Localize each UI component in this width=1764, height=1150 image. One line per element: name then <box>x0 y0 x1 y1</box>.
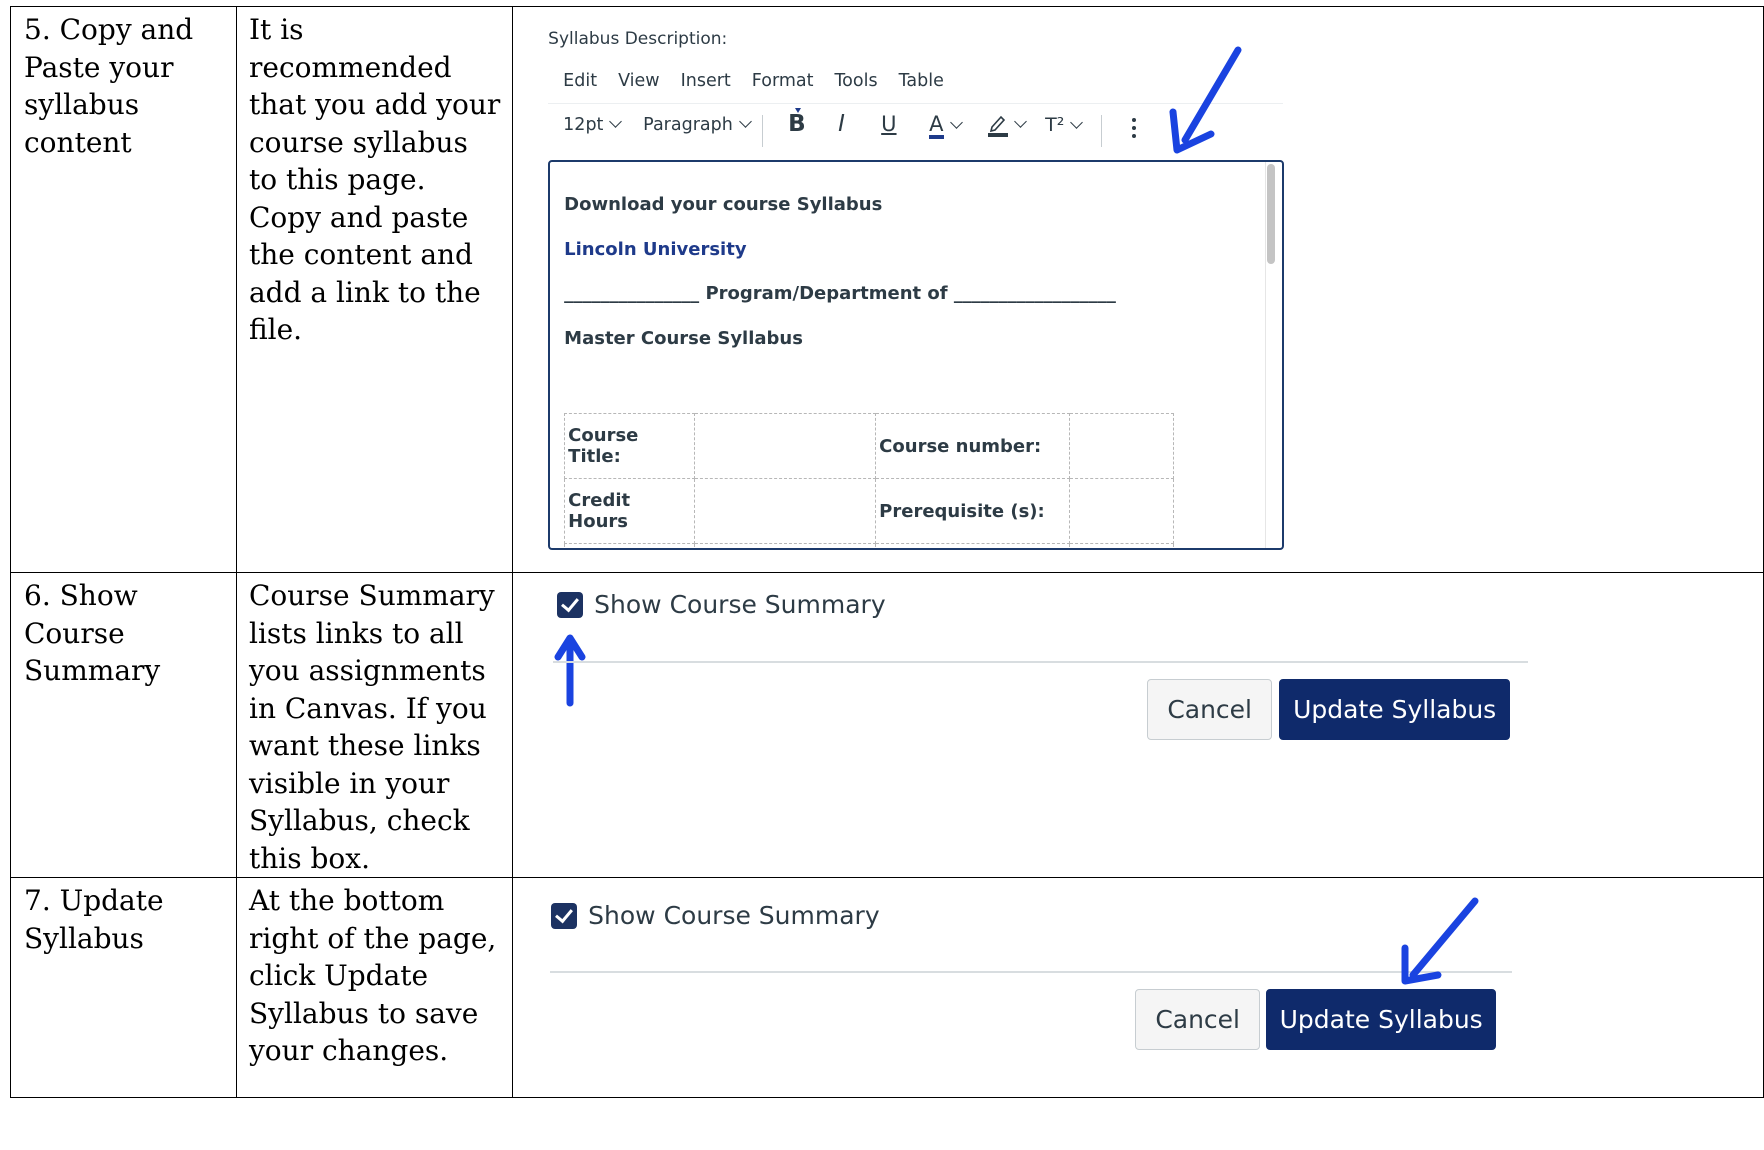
arrow-up-icon <box>554 634 586 707</box>
screenshot-cell-editor: Syllabus Description: Edit View Insert F… <box>512 6 1764 573</box>
cancel-button[interactable]: Cancel <box>1147 679 1273 740</box>
table-row: 6. Show Course Summary Course Summary li… <box>10 572 1764 878</box>
chevron-down-icon <box>609 115 623 128</box>
divider <box>550 971 1513 973</box>
table-row: Credit Hours Prerequisite (s): <box>564 478 1175 544</box>
table-cell <box>564 543 696 548</box>
table-cell: Prerequisite (s): <box>875 478 1071 544</box>
show-summary-row[interactable]: Show Course Summary <box>557 590 886 619</box>
menu-tools[interactable]: Tools <box>834 71 877 91</box>
chevron-down-icon <box>1014 115 1028 128</box>
chevron-down-icon <box>1070 116 1084 129</box>
superscript-button[interactable]: T² <box>1045 114 1084 136</box>
table-cell <box>694 478 877 544</box>
update-syllabus-button[interactable]: Update Syllabus <box>1266 989 1497 1050</box>
step-cell: 6. Show Course Summary <box>10 572 237 878</box>
underline-icon: U <box>881 112 897 136</box>
divider <box>553 661 1529 663</box>
menu-view[interactable]: View <box>618 71 660 91</box>
table-cell <box>875 543 1071 548</box>
bold-icon: B <box>788 111 806 137</box>
menu-table[interactable]: Table <box>899 71 944 91</box>
more-options-button[interactable] <box>1131 117 1137 144</box>
description-cell: At the bottom right of the page, click U… <box>235 877 514 1098</box>
table-cell <box>1069 413 1175 479</box>
step-cell: 5. Copy and Paste your syllabus content <box>10 6 237 573</box>
menu-edit[interactable]: Edit <box>563 71 597 91</box>
table-cell: Credit Hours <box>564 478 696 544</box>
table-row: Course Title: Course number: <box>564 413 1175 479</box>
table-cell <box>1069 543 1175 548</box>
editor-heading: Download your course Syllabus <box>564 194 883 215</box>
arrow-pointer-icon <box>1169 46 1242 154</box>
font-size-dropdown[interactable]: 12pt <box>563 115 623 135</box>
syllabus-info-table: Course Title: Course number: Credit Hour… <box>564 413 1175 548</box>
toolbar-divider <box>762 115 764 147</box>
menu-format[interactable]: Format <box>752 71 814 91</box>
cancel-button[interactable]: Cancel <box>1135 989 1261 1050</box>
table-cell <box>694 413 877 479</box>
underline-button[interactable]: U <box>881 112 896 136</box>
table-row <box>564 543 1175 548</box>
syllabus-description-label: Syllabus Description: <box>548 29 728 49</box>
rich-text-editor[interactable]: Download your course Syllabus Lincoln Un… <box>548 160 1285 550</box>
menu-insert[interactable]: Insert <box>681 71 731 91</box>
screenshot-cell-summary: Show Course Summary Cancel Update Syllab… <box>512 572 1764 878</box>
show-summary-label: Show Course Summary <box>594 590 886 619</box>
more-vertical-icon <box>1132 118 1137 138</box>
instructions-table: 5. Copy and Paste your syllabus content … <box>10 6 1764 1098</box>
italic-button[interactable]: I <box>838 111 845 137</box>
arrow-pointer-icon <box>1401 897 1479 985</box>
show-summary-checkbox[interactable] <box>557 591 584 618</box>
italic-icon: I <box>838 111 845 137</box>
description-cell: It is recommended that you add your cour… <box>235 6 514 573</box>
table-cell <box>694 543 877 548</box>
editor-menubar: Edit View Insert Format Tools Table <box>563 71 965 91</box>
text-color-button[interactable]: A <box>929 112 963 139</box>
caret-indicator-icon <box>795 108 802 113</box>
chevron-down-icon <box>949 116 963 129</box>
editor-master-syllabus: Master Course Syllabus <box>564 328 803 349</box>
toolbar-divider <box>1101 115 1103 147</box>
scrollbar-thumb[interactable] <box>1267 164 1276 264</box>
step-cell: 7. Update Syllabus <box>10 877 237 1098</box>
block-format-dropdown[interactable]: Paragraph <box>643 115 752 135</box>
editor-university: Lincoln University <box>564 239 747 260</box>
show-summary-row[interactable]: Show Course Summary <box>551 901 880 930</box>
show-summary-label: Show Course Summary <box>588 901 880 930</box>
text-color-icon: A <box>929 113 944 139</box>
table-cell: Course Title: <box>564 413 696 479</box>
table-cell <box>1069 478 1175 544</box>
description-cell: Course Summary lists links to all you as… <box>235 572 514 878</box>
editor-department-line: _______________ Program/Department of __… <box>564 283 1116 304</box>
screenshot-cell-update: Show Course Summary Cancel Update Syllab… <box>512 877 1764 1098</box>
highlight-color-button[interactable] <box>988 113 1028 137</box>
table-cell: Course number: <box>875 413 1071 479</box>
table-row: 7. Update Syllabus At the bottom right o… <box>10 877 1764 1098</box>
scrollbar-track <box>1265 162 1267 548</box>
update-syllabus-button[interactable]: Update Syllabus <box>1279 679 1511 740</box>
highlighter-icon <box>988 115 1009 137</box>
bold-button[interactable]: B <box>788 108 806 137</box>
chevron-down-icon <box>738 115 752 128</box>
table-row: 5. Copy and Paste your syllabus content … <box>10 6 1764 573</box>
superscript-icon: T² <box>1045 114 1065 136</box>
show-summary-checkbox[interactable] <box>551 902 578 929</box>
